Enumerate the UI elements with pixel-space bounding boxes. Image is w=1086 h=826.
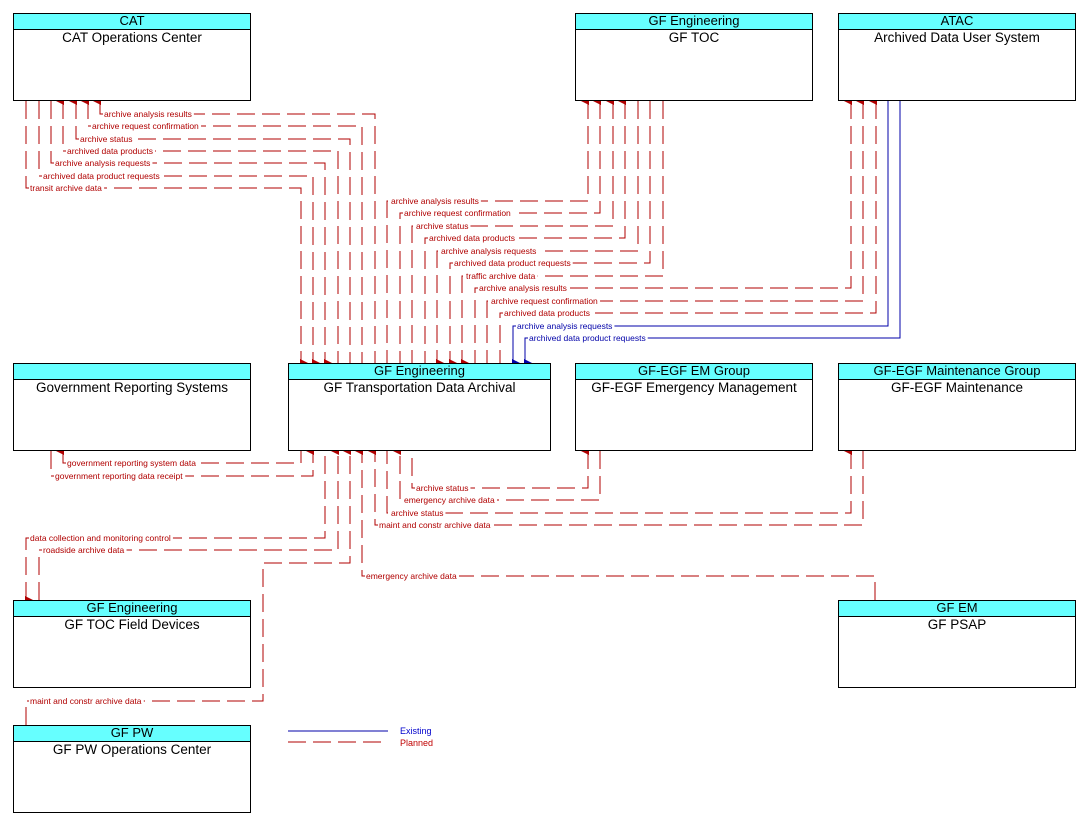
box-title: GF TOC Field Devices [64, 617, 200, 632]
gf-egf-maintenance-box[interactable]: GF-EGF Maintenance Group GF-EGF Maintena… [838, 363, 1076, 451]
flow-label: roadside archive data [43, 545, 125, 555]
box-title: GF PW Operations Center [52, 742, 212, 757]
flow-line-cat-0 [93, 97, 376, 363]
box-title: CAT Operations Center [62, 30, 202, 45]
box-org-header: CAT [14, 14, 250, 30]
box-title: GF-EGF Emergency Management [591, 380, 797, 395]
flow-label: archived data product requests [43, 171, 160, 181]
gf-transportation-data-archival-box[interactable]: GF Engineering GF Transportation Data Ar… [288, 363, 551, 451]
flow-label: archive analysis results [391, 196, 479, 206]
flow-label: archive analysis requests [517, 321, 612, 331]
flow-label: archive analysis requests [55, 158, 150, 168]
box-org-header: GF-EGF EM Group [576, 364, 812, 380]
flow-label: traffic archive data [466, 271, 536, 281]
flow-label: archive status [391, 508, 443, 518]
box-org-header: GF EM [839, 601, 1075, 617]
box-org-header: GF PW [14, 726, 250, 742]
box-org-header: GF Engineering [289, 364, 550, 380]
gf-psap-box[interactable]: GF EM GF PSAP [838, 600, 1076, 688]
box-org-header: ATAC [839, 14, 1075, 30]
box-title: GF-EGF Maintenance [890, 380, 1024, 395]
legend-planned-label: Planned [400, 738, 433, 748]
flow-label: archive analysis requests [441, 246, 536, 256]
government-reporting-systems-box[interactable]: Government Reporting Systems [13, 363, 251, 451]
flow-label: archive request confirmation [491, 296, 598, 306]
flow-label: emergency archive data [366, 571, 457, 581]
box-title: GF PSAP [927, 617, 987, 632]
box-org-header: GF Engineering [14, 601, 250, 617]
legend-existing-label: Existing [400, 726, 432, 736]
flow-line-cat-6 [25, 101, 308, 367]
flow-label: archived data products [67, 146, 153, 156]
flow-label: archive analysis results [479, 283, 567, 293]
flow-label: transit archive data [30, 183, 102, 193]
box-title: GF TOC [668, 30, 720, 45]
legend: Existing Planned [288, 726, 433, 748]
gf-pw-operations-center-box[interactable]: GF PW GF PW Operations Center [13, 725, 251, 813]
flow-label: government reporting system data [67, 458, 196, 468]
box-org-header [14, 364, 250, 380]
flow-label: archived data product requests [529, 333, 646, 343]
flow-label: archive request confirmation [92, 121, 199, 131]
box-org-header: GF-EGF Maintenance Group [839, 364, 1075, 380]
flow-label: archive status [416, 221, 468, 231]
gf-toc-box[interactable]: GF Engineering GF TOC [575, 13, 813, 101]
flow-label: archived data products [429, 233, 515, 243]
flow-label: archived data product requests [454, 258, 571, 268]
flow-label: maint and constr archive data [30, 696, 142, 706]
archived-data-user-system-box[interactable]: ATAC Archived Data User System [838, 13, 1076, 101]
flow-label: government reporting data receipt [55, 471, 183, 481]
flow-label: data collection and monitoring control [30, 533, 171, 543]
flow-label: emergency archive data [404, 495, 495, 505]
flow-label: archive request confirmation [404, 208, 511, 218]
flow-label: archive status [416, 483, 468, 493]
box-title: Archived Data User System [874, 30, 1040, 45]
context-diagram: archive analysis results archive request … [0, 0, 1086, 826]
flow-label: maint and constr archive data [379, 520, 491, 530]
gf-toc-field-devices-box[interactable]: GF Engineering GF TOC Field Devices [13, 600, 251, 688]
box-title: GF Transportation Data Archival [323, 380, 516, 395]
cat-operations-center-box[interactable]: CAT CAT Operations Center [13, 13, 251, 101]
box-org-header: GF Engineering [576, 14, 812, 30]
flow-label: archive analysis results [104, 109, 192, 119]
box-title: Government Reporting Systems [35, 380, 229, 395]
flow-label: archived data products [504, 308, 590, 318]
gf-egf-emergency-management-box[interactable]: GF-EGF EM Group GF-EGF Emergency Managem… [575, 363, 813, 451]
flow-label: archive status [80, 134, 132, 144]
